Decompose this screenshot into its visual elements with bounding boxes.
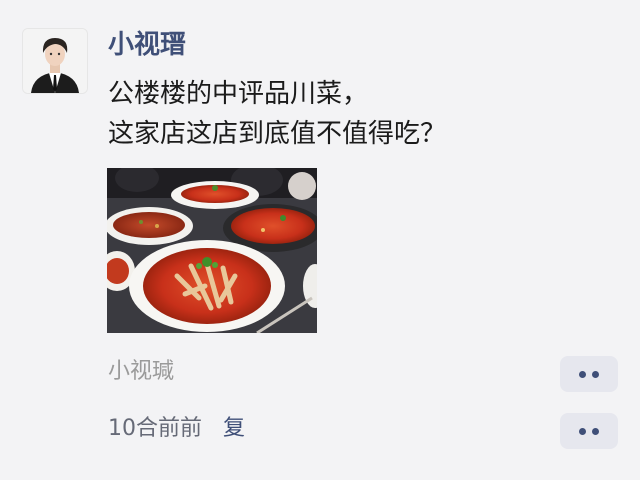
more-dots-icon	[592, 427, 599, 435]
post-photo[interactable]	[107, 168, 317, 333]
author-name[interactable]: 小视瑨	[108, 28, 186, 62]
more-dots-icon	[579, 427, 586, 435]
like-comment-button[interactable]	[560, 413, 618, 449]
delete-link[interactable]: 复	[223, 416, 245, 441]
sichuan-dishes-image	[107, 168, 317, 333]
post-meta: 10合前前 复	[108, 414, 245, 444]
post-time: 10合前前	[108, 416, 202, 441]
post-location[interactable]: 小视瑊	[108, 357, 174, 387]
post-content: 公楼楼的中评品川菜， 这家店这店到底值不值得吃？	[108, 74, 618, 154]
more-options-button[interactable]	[560, 356, 618, 392]
avatar[interactable]	[22, 28, 88, 94]
more-dots-icon	[592, 370, 599, 378]
post-content-line: 公楼楼的中评品川菜，	[108, 79, 369, 109]
moments-post: 小视瑨 公楼楼的中评品川菜， 这家店这店到底值不值得吃？ 小视瑊 10合前前 复	[0, 0, 640, 480]
person-portrait-icon	[23, 29, 87, 93]
more-dots-icon	[579, 370, 586, 378]
post-content-line: 这家店这店到底值不值得吃？	[108, 119, 447, 149]
